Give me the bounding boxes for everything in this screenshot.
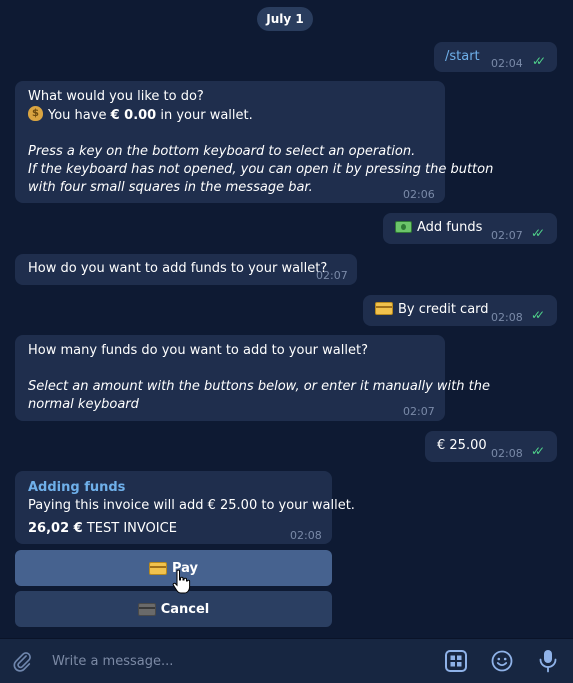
read-ticks-icon: ✓✓ bbox=[531, 308, 545, 322]
message-composer bbox=[0, 638, 573, 683]
menu-line-balance: You have € 0.00 in your wallet. bbox=[28, 105, 493, 125]
banknote-icon bbox=[395, 221, 412, 233]
message-time: 02:08 bbox=[491, 447, 523, 460]
keyboard-toggle-button[interactable] bbox=[442, 647, 470, 675]
message-by-card[interactable]: By credit card 02:08 ✓✓ bbox=[363, 295, 557, 326]
amount-text: € 25.00 bbox=[437, 438, 487, 453]
invoice-price: 26,02 € bbox=[28, 521, 83, 536]
message-time: 02:04 bbox=[491, 57, 523, 70]
how-many-hint-1: Select an amount with the buttons below,… bbox=[28, 379, 490, 394]
message-invoice[interactable]: Adding funds Paying this invoice will ad… bbox=[15, 471, 355, 544]
how-many-question: How many funds do you want to add to you… bbox=[28, 343, 368, 358]
read-ticks-icon: ✓✓ bbox=[531, 444, 545, 458]
menu-line-hint-1: Press a key on the bottom keyboard to se… bbox=[28, 144, 416, 159]
message-add-funds[interactable]: Add funds 02:07 ✓✓ bbox=[383, 213, 557, 244]
smile-icon bbox=[491, 650, 513, 672]
menu-line-hint-2: If the keyboard has not opened, you can … bbox=[28, 162, 494, 177]
keyboard-grid-icon bbox=[445, 650, 467, 672]
message-amount[interactable]: € 25.00 02:08 ✓✓ bbox=[425, 431, 557, 462]
read-ticks-icon: ✓✓ bbox=[531, 226, 545, 240]
add-funds-text: Add funds bbox=[395, 219, 482, 237]
message-menu[interactable]: What would you like to do? You have € 0.… bbox=[15, 81, 493, 203]
how-add-text: How do you want to add funds to your wal… bbox=[28, 261, 328, 276]
money-bag-icon bbox=[28, 105, 43, 123]
message-time: 02:06 bbox=[403, 188, 435, 201]
balance-amount: € 0.00 bbox=[110, 108, 157, 123]
credit-card-icon bbox=[375, 302, 393, 315]
message-time: 02:08 bbox=[491, 311, 523, 324]
message-time: 02:07 bbox=[316, 269, 348, 282]
message-time: 02:07 bbox=[491, 229, 523, 242]
menu-line-question: What would you like to do? bbox=[28, 89, 204, 104]
by-card-text: By credit card bbox=[375, 301, 489, 319]
message-how-many[interactable]: How many funds do you want to add to you… bbox=[15, 335, 490, 421]
cancel-button[interactable]: Cancel bbox=[15, 591, 332, 627]
invoice-label: TEST INVOICE bbox=[86, 521, 177, 536]
emoji-button[interactable] bbox=[488, 647, 516, 675]
message-how-add[interactable]: How do you want to add funds to your wal… bbox=[15, 254, 357, 285]
cancel-button-label: Cancel bbox=[160, 601, 210, 617]
credit-card-icon bbox=[148, 561, 167, 575]
message-start[interactable]: /start 02:04 ✓✓ bbox=[434, 42, 557, 72]
date-label: July 1 bbox=[266, 12, 304, 26]
chat-area: July 1 /start 02:04 ✓✓ What would you li… bbox=[0, 0, 573, 638]
microphone-icon bbox=[539, 650, 557, 673]
message-time: 02:07 bbox=[403, 405, 435, 418]
message-input[interactable] bbox=[52, 651, 412, 671]
read-ticks-icon: ✓✓ bbox=[532, 54, 546, 68]
command-link[interactable]: /start bbox=[445, 48, 480, 66]
invoice-description: Paying this invoice will add € 25.00 to … bbox=[28, 498, 355, 513]
hand-pointer-cursor-icon bbox=[172, 569, 191, 594]
paperclip-icon bbox=[13, 652, 31, 672]
voice-button[interactable] bbox=[534, 647, 562, 675]
message-time: 02:08 bbox=[290, 529, 322, 542]
cancel-card-icon bbox=[137, 602, 156, 616]
date-separator: July 1 bbox=[257, 7, 313, 31]
attach-button[interactable] bbox=[8, 647, 36, 675]
invoice-title: Adding funds bbox=[28, 480, 126, 495]
